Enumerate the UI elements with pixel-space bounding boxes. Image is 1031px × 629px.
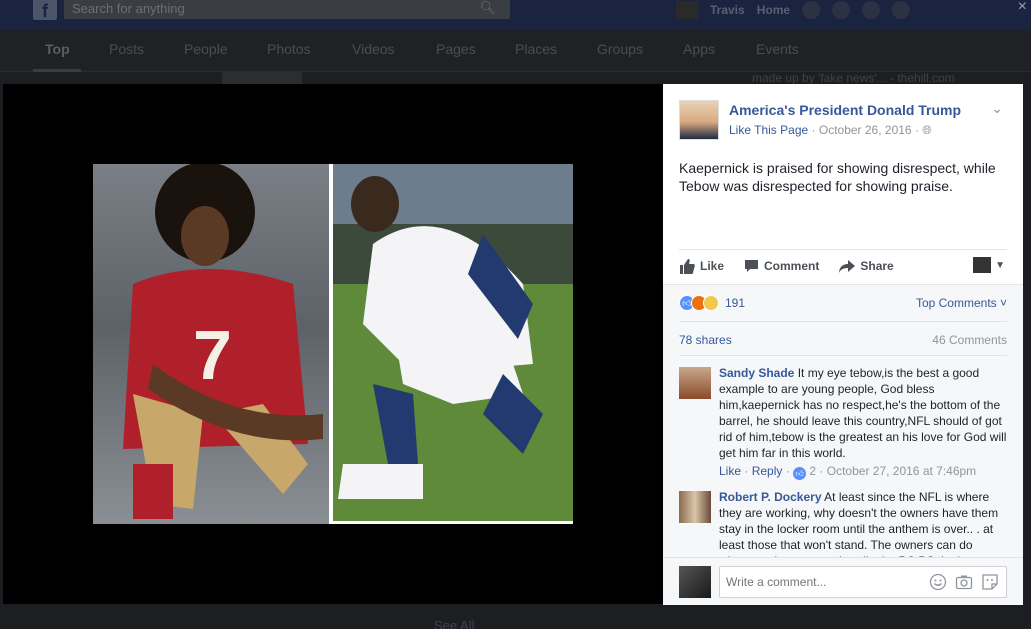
messages-icon[interactable] (832, 1, 851, 19)
thumbs-up-icon (680, 258, 695, 274)
home-link[interactable]: Home (757, 3, 790, 17)
comment-date[interactable]: October 27, 2016 at 7:46pm (827, 464, 976, 478)
tab-photos[interactable]: Photos (267, 41, 311, 57)
tab-places[interactable]: Places (515, 41, 557, 57)
comment-like-link[interactable]: Like (719, 464, 741, 478)
caret-down-icon: ▼ (995, 259, 1005, 271)
sad-reaction-icon (703, 295, 719, 311)
comments-section: 👍︎ 191 Top Comments ˅ 78 shares 46 Comme… (663, 284, 1023, 605)
comment-like-count[interactable]: 2 (809, 464, 816, 478)
post-text: Kaepernick is praised for showing disres… (679, 160, 996, 194)
tab-events[interactable]: Events (756, 41, 799, 57)
search-icon[interactable]: 🔍︎ (479, 0, 496, 16)
kneeling-player-red-jersey-image: 7 (93, 164, 329, 524)
emoji-icon[interactable] (929, 573, 947, 591)
divider (679, 355, 1007, 356)
like-badge-icon: 👍︎ (793, 467, 807, 480)
tab-posts[interactable]: Posts (109, 41, 144, 57)
like-button[interactable]: Like (679, 258, 725, 274)
tab-top[interactable]: Top (45, 41, 70, 57)
divider (679, 321, 1007, 322)
share-arrow-icon (839, 259, 856, 273)
search-input[interactable]: Search for anything 🔍︎ (64, 0, 510, 19)
shares-link[interactable]: 78 shares (679, 333, 732, 347)
meta-separator: · (811, 123, 819, 137)
top-navigation-bar: f Search for anything 🔍︎ Travis Home × (0, 0, 1031, 30)
post-meta: Like This Page · October 26, 2016 · 🌐︎ (729, 123, 932, 138)
post-detail-panel: America's President Donald Trump Like Th… (663, 84, 1023, 605)
commenter-avatar[interactable] (679, 367, 711, 399)
comment-author[interactable]: Sandy Shade (719, 366, 794, 380)
kneeling-player-white-jersey-image (333, 164, 573, 521)
globe-icon: 🌐︎ (922, 123, 932, 137)
comment-attachments (929, 573, 999, 591)
facebook-logo-icon[interactable]: f (33, 0, 57, 21)
page-name-link[interactable]: America's President Donald Trump (729, 102, 961, 118)
tab-groups[interactable]: Groups (597, 41, 643, 57)
comment-meta: Like · Reply · 👍︎ 2 · October 27, 2016 a… (719, 464, 977, 480)
tab-people[interactable]: People (184, 41, 228, 57)
user-avatar[interactable] (676, 1, 698, 19)
share-label: Share (860, 259, 894, 273)
like-page-link[interactable]: Like This Page (729, 123, 808, 137)
reactions-summary[interactable]: 👍︎ 191 (679, 295, 745, 311)
tab-apps[interactable]: Apps (683, 41, 715, 57)
comment-icon (745, 260, 759, 272)
comment-body: Robert P. Dockery At least since the NFL… (719, 489, 1009, 557)
camera-icon[interactable] (955, 573, 973, 591)
commenter-avatar[interactable] (679, 491, 711, 523)
acting-as-avatar (973, 257, 992, 273)
search-placeholder: Search for anything (72, 1, 185, 16)
see-all-link: See All (434, 618, 475, 629)
tab-pages[interactable]: Pages (436, 41, 476, 57)
like-label: Like (700, 259, 725, 273)
comments-count[interactable]: 46 Comments (932, 333, 1007, 347)
page-avatar[interactable] (679, 100, 719, 140)
active-tab-indicator (33, 69, 81, 72)
comment-reply-link[interactable]: Reply (752, 464, 783, 478)
tab-videos[interactable]: Videos (352, 41, 395, 57)
post-actions: Like Comment Share (679, 256, 914, 276)
divider (679, 249, 1007, 250)
background-strip (222, 72, 302, 84)
friend-requests-icon[interactable] (802, 1, 821, 19)
post-photo[interactable]: 7 (93, 164, 573, 524)
background-link-snippet: made up by 'fake news'... - thehill.com (752, 71, 955, 85)
comment-button[interactable]: Comment (744, 259, 819, 273)
comment-label: Comment (764, 259, 820, 273)
top-comments-dropdown[interactable]: Top Comments ˅ (916, 296, 1007, 310)
notifications-icon[interactable] (862, 1, 881, 19)
post-as-selector[interactable]: ▼ (973, 257, 1005, 273)
reactions-count[interactable]: 191 (725, 296, 745, 310)
user-name-link[interactable]: Travis (710, 3, 745, 17)
comment-text: It my eye tebow,is the best a good examp… (719, 366, 1007, 460)
sticker-icon[interactable] (981, 573, 999, 591)
help-icon[interactable] (892, 1, 911, 19)
comments-list[interactable]: Sandy Shade It my eye tebow,is the best … (663, 359, 1023, 557)
close-viewer-icon[interactable]: × (1018, 0, 1027, 16)
svg-text:7: 7 (193, 316, 232, 394)
write-comment-row (663, 557, 1023, 605)
chevron-down-icon[interactable]: ⌄ (991, 100, 1003, 117)
current-user-avatar (679, 566, 711, 598)
share-button[interactable]: Share (839, 259, 894, 273)
search-tabs: Top Posts People Photos Videos Pages Pla… (0, 30, 1031, 72)
top-comments-label: Top Comments (915, 296, 997, 310)
top-right-nav: Travis Home (676, 0, 911, 20)
comment-body: Sandy Shade It my eye tebow,is the best … (719, 365, 1009, 480)
comment-author[interactable]: Robert P. Dockery (719, 490, 822, 504)
post-date[interactable]: October 26, 2016 (819, 123, 912, 137)
